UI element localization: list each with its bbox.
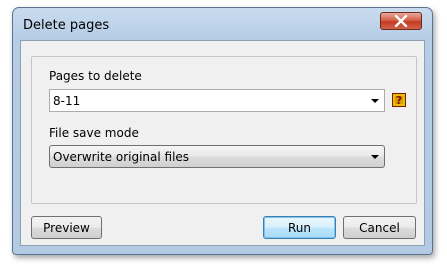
dialog-window: Delete pages Pages to delete 8-11 ? File… — [12, 7, 433, 255]
title-bar[interactable]: Delete pages — [13, 8, 432, 40]
pages-to-delete-label: Pages to delete — [49, 69, 142, 83]
window-title: Delete pages — [23, 18, 110, 33]
help-icon-glyph: ? — [395, 93, 403, 107]
preview-button[interactable]: Preview — [31, 216, 102, 239]
pages-to-delete-value[interactable]: 8-11 — [53, 94, 80, 108]
dialog-body: Pages to delete 8-11 ? File save mode Ov… — [20, 40, 425, 246]
options-group: Pages to delete 8-11 ? File save mode Ov… — [31, 56, 417, 204]
file-save-mode-label: File save mode — [49, 126, 139, 140]
close-icon — [394, 15, 408, 27]
file-save-mode-select[interactable]: Overwrite original files — [49, 145, 385, 168]
chevron-down-icon[interactable] — [371, 99, 379, 103]
chevron-down-icon — [371, 155, 379, 159]
help-icon[interactable]: ? — [392, 93, 406, 107]
cancel-button[interactable]: Cancel — [343, 216, 416, 239]
file-save-mode-value: Overwrite original files — [53, 150, 190, 164]
close-button[interactable] — [380, 12, 422, 30]
pages-to-delete-combobox[interactable]: 8-11 — [49, 89, 385, 112]
run-button[interactable]: Run — [263, 216, 336, 239]
